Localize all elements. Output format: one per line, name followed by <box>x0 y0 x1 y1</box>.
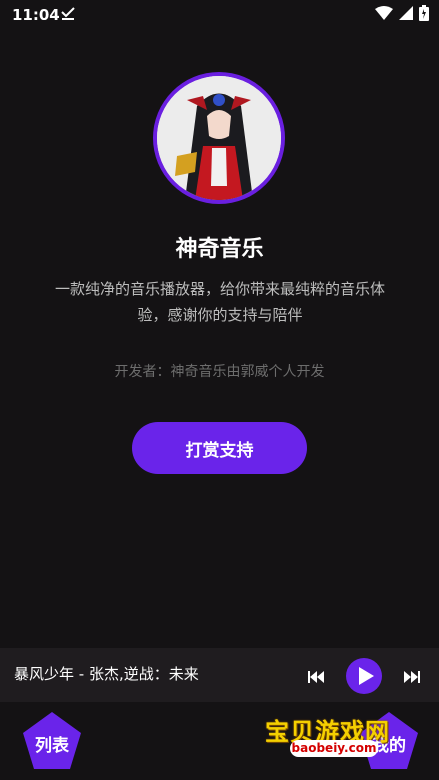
app-description: 一款纯净的音乐播放器，给你带来最纯粹的音乐体验，感谢你的支持与陪伴 <box>54 280 385 324</box>
previous-icon[interactable] <box>306 667 326 687</box>
wifi-icon <box>375 6 393 20</box>
signal-icon <box>399 6 413 20</box>
battery-icon <box>419 5 429 21</box>
developer-info: 开发者：神奇音乐由郭威个人开发 <box>114 364 325 380</box>
next-icon[interactable] <box>402 667 422 687</box>
status-bar: 11:04 <box>0 0 439 32</box>
play-icon <box>359 667 374 685</box>
play-button[interactable] <box>346 658 382 694</box>
now-playing-title[interactable]: 暴风少年 - 张杰,逆战：未来 <box>14 663 199 684</box>
avatar-image <box>157 76 281 200</box>
donate-button[interactable]: 打赏支持 <box>132 422 307 474</box>
app-title: 神奇音乐 <box>175 237 264 262</box>
status-icons <box>375 5 429 21</box>
nav-list-label[interactable]: 列表 <box>21 731 83 756</box>
status-time: 11:04 <box>12 6 60 24</box>
download-done-icon <box>61 7 75 20</box>
watermark-url: baobeiy.com <box>290 740 378 757</box>
app-avatar <box>153 72 285 204</box>
